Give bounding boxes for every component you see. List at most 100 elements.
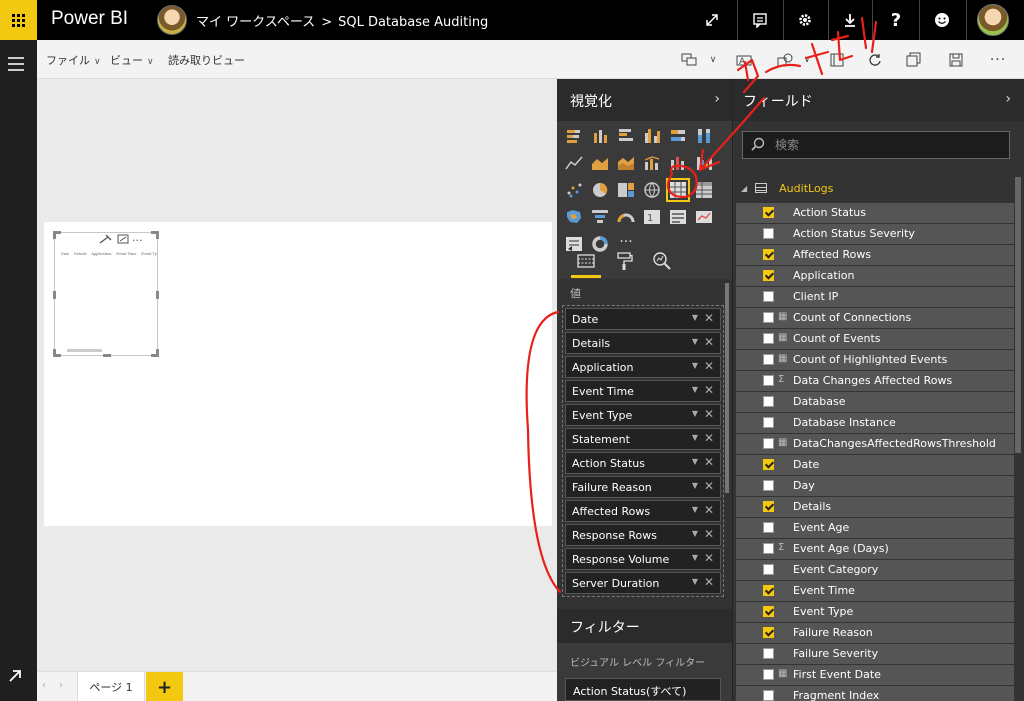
chevron-down-icon[interactable]: ▼ [692, 505, 698, 514]
filled-map-icon[interactable] [565, 208, 583, 226]
pie-chart-icon[interactable] [591, 181, 609, 199]
pin-icon[interactable] [99, 234, 117, 247]
stacked-column-chart-icon[interactable] [591, 127, 609, 145]
chevron-down-icon[interactable]: ∨ [703, 50, 723, 70]
resize-handle[interactable] [53, 291, 56, 299]
analytics-tab[interactable] [648, 247, 676, 275]
download-button[interactable] [830, 0, 870, 40]
remove-x-icon[interactable]: ✕ [704, 503, 714, 517]
100-stacked-column-icon[interactable] [695, 127, 713, 145]
chevron-right-icon[interactable]: › [714, 91, 720, 107]
well-item[interactable]: Application ▼ ✕ [565, 356, 721, 378]
field-row[interactable]: Application [736, 266, 1014, 286]
well-item[interactable]: Failure Reason ▼ ✕ [565, 476, 721, 498]
map-globe-icon[interactable] [643, 181, 661, 199]
remove-x-icon[interactable]: ✕ [704, 455, 714, 469]
visual-scrollbar[interactable] [67, 349, 102, 352]
chevron-down-icon[interactable]: ▼ [692, 553, 698, 562]
chevron-down-icon[interactable]: ▼ [692, 313, 698, 322]
settings-button[interactable] [785, 0, 825, 40]
remove-x-icon[interactable]: ✕ [704, 575, 714, 589]
field-row[interactable]: Σ Event Age (Days) [736, 539, 1014, 559]
well-item[interactable]: Details ▼ ✕ [565, 332, 721, 354]
remove-x-icon[interactable]: ✕ [704, 383, 714, 397]
card-visual-icon[interactable]: 1 [643, 208, 661, 226]
field-row[interactable]: Day [736, 476, 1014, 496]
remove-x-icon[interactable]: ✕ [704, 431, 714, 445]
line-and-column-chart-icon[interactable] [643, 154, 661, 172]
table-visual[interactable]: ··· Date Details Application Event Time … [53, 231, 159, 357]
reading-view-button[interactable]: 読み取りビュー [168, 52, 245, 68]
focus-mode-icon[interactable] [117, 234, 133, 247]
well-item[interactable]: Action Status ▼ ✕ [565, 452, 721, 474]
notifications-button[interactable] [740, 0, 780, 40]
checkbox[interactable] [763, 648, 774, 659]
chevron-right-icon[interactable]: › [1005, 91, 1011, 107]
chevron-down-icon[interactable]: ▼ [692, 457, 698, 466]
checkbox[interactable] [763, 291, 774, 302]
gauge-chart-icon[interactable] [617, 208, 635, 226]
image-button[interactable] [827, 50, 847, 70]
next-page-icon[interactable]: › [59, 680, 63, 691]
field-row[interactable]: Client IP [736, 287, 1014, 307]
checkbox[interactable] [763, 564, 774, 575]
stacked-area-chart-icon[interactable] [617, 154, 635, 172]
save-button[interactable] [946, 50, 966, 70]
chevron-down-icon[interactable]: ▼ [692, 577, 698, 586]
well-item[interactable]: Response Rows ▼ ✕ [565, 524, 721, 546]
remove-x-icon[interactable]: ✕ [704, 359, 714, 373]
hamburger-menu-icon[interactable] [8, 57, 24, 71]
well-item[interactable]: Response Volume ▼ ✕ [565, 548, 721, 570]
values-drop-zone[interactable]: Date ▼ ✕ Details ▼ ✕ Application ▼ ✕ Event Tim… [562, 305, 724, 597]
checkbox-checked[interactable] [763, 249, 774, 260]
checkbox[interactable] [763, 312, 774, 323]
feedback-button[interactable] [922, 0, 962, 40]
checkbox[interactable] [763, 228, 774, 239]
checkbox-checked[interactable] [763, 627, 774, 638]
kpi-visual-icon[interactable] [695, 208, 713, 226]
field-row[interactable]: Event Age [736, 518, 1014, 538]
field-row[interactable]: Database [736, 392, 1014, 412]
matrix-visual-icon[interactable] [695, 181, 713, 199]
collapse-caret-icon[interactable]: ◢ [741, 184, 747, 193]
resize-handle[interactable] [156, 291, 159, 299]
help-button[interactable]: ? [876, 0, 916, 40]
checkbox[interactable] [763, 396, 774, 407]
funnel-chart-icon[interactable] [591, 208, 609, 226]
chevron-down-icon[interactable]: ▼ [692, 385, 698, 394]
field-row[interactable]: Σ Data Changes Affected Rows [736, 371, 1014, 391]
page-tab[interactable]: ページ 1 [77, 672, 145, 701]
breadcrumb-workspace[interactable]: マイ ワークスペース [196, 15, 315, 30]
checkbox[interactable] [763, 480, 774, 491]
resize-handle[interactable] [103, 354, 111, 357]
checkbox-checked[interactable] [763, 207, 774, 218]
refresh-button[interactable] [865, 50, 885, 70]
field-row[interactable]: ▦ Count of Events [736, 329, 1014, 349]
checkbox[interactable] [763, 690, 774, 701]
app-launcher-button[interactable] [0, 0, 37, 40]
field-row[interactable]: Details [736, 497, 1014, 517]
area-chart-icon[interactable] [591, 154, 609, 172]
chevron-down-icon[interactable]: ▼ [692, 481, 698, 490]
well-item[interactable]: Date ▼ ✕ [565, 308, 721, 330]
chevron-down-icon[interactable]: ▼ [692, 337, 698, 346]
well-item[interactable]: Statement ▼ ✕ [565, 428, 721, 450]
scatter-chart-icon[interactable] [565, 181, 583, 199]
field-row[interactable]: Failure Reason [736, 623, 1014, 643]
checkbox[interactable] [763, 543, 774, 554]
format-tab[interactable] [610, 247, 638, 275]
field-row[interactable]: Failure Severity [736, 644, 1014, 664]
remove-x-icon[interactable]: ✕ [704, 311, 714, 325]
remove-x-icon[interactable]: ✕ [704, 527, 714, 541]
field-row[interactable]: Action Status Severity [736, 224, 1014, 244]
field-row[interactable]: ▦ DataChangesAffectedRowsThreshold [736, 434, 1014, 454]
duplicate-button[interactable] [904, 50, 924, 70]
resize-handle[interactable] [156, 349, 159, 357]
shapes-button[interactable] [775, 50, 795, 70]
expand-arrow-icon[interactable] [8, 668, 22, 687]
checkbox-checked[interactable] [763, 459, 774, 470]
remove-x-icon[interactable]: ✕ [704, 407, 714, 421]
chevron-down-icon[interactable]: ▼ [692, 361, 698, 370]
checkbox[interactable] [763, 375, 774, 386]
chevron-down-icon[interactable]: ∨ [797, 50, 817, 70]
